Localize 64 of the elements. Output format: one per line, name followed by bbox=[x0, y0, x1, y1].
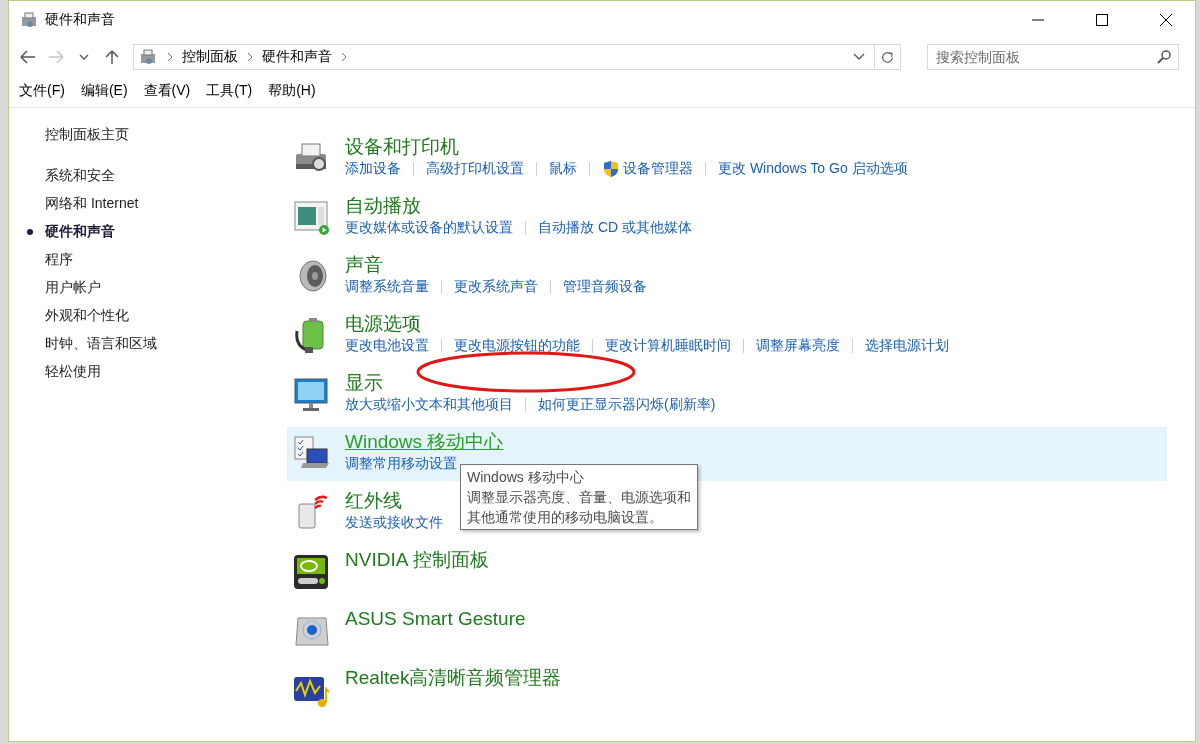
window-title: 硬件和声音 bbox=[45, 11, 116, 29]
printer-icon bbox=[138, 48, 158, 66]
sidebar-link[interactable]: 系统和安全 bbox=[45, 167, 115, 185]
search-field[interactable]: 搜索控制面板 bbox=[927, 44, 1179, 70]
tooltip-text: 其他通常使用的移动电脑设置。 bbox=[467, 508, 664, 526]
left-arrow-icon bbox=[19, 49, 37, 65]
task-link[interactable]: 调整屏幕亮度 bbox=[756, 337, 840, 355]
task-link[interactable]: 鼠标 bbox=[549, 160, 577, 178]
category-link[interactable]: 红外线 bbox=[345, 488, 443, 514]
printer-icon bbox=[19, 11, 39, 29]
eye-logo-icon[interactable] bbox=[293, 553, 331, 591]
task-link[interactable]: 更改 Windows To Go 启动选项 bbox=[718, 160, 908, 178]
task-link[interactable]: 调整系统音量 bbox=[345, 278, 429, 296]
close-icon bbox=[1160, 14, 1172, 26]
menu-item[interactable]: 查看(V) bbox=[135, 78, 199, 104]
task-link[interactable]: 设备管理器 bbox=[602, 160, 693, 178]
task-link[interactable]: 放大或缩小文本和其他项目 bbox=[345, 396, 513, 414]
category-link[interactable]: 设备和打印机 bbox=[345, 134, 908, 160]
window-play-icon[interactable] bbox=[293, 199, 331, 237]
sidebar-link[interactable]: 控制面板主页 bbox=[45, 126, 277, 144]
sidebar-link[interactable]: 时钟、语言和区域 bbox=[45, 335, 157, 353]
menu-item[interactable]: 文件(F) bbox=[11, 78, 73, 104]
menu-item[interactable]: 工具(T) bbox=[198, 78, 261, 104]
task-link[interactable]: 高级打印机设置 bbox=[426, 160, 524, 178]
refresh-icon bbox=[881, 49, 894, 65]
category-link[interactable]: 显示 bbox=[345, 370, 716, 396]
chevron-right-icon bbox=[340, 51, 348, 63]
sidebar-link[interactable]: 硬件和声音 bbox=[45, 223, 115, 241]
chevron-right-icon bbox=[166, 51, 174, 63]
task-link[interactable]: 发送或接收文件 bbox=[345, 514, 443, 532]
sidebar-link[interactable]: 用户帐户 bbox=[45, 279, 101, 297]
category-link[interactable]: 声音 bbox=[345, 252, 647, 278]
sidebar-link[interactable]: 程序 bbox=[45, 251, 73, 269]
menu-item[interactable]: 帮助(H) bbox=[260, 78, 324, 104]
menu-item[interactable]: 编辑(E) bbox=[72, 78, 136, 104]
sidebar-link[interactable]: 网络和 Internet bbox=[45, 195, 139, 213]
task-link[interactable]: 管理音频设备 bbox=[563, 278, 647, 296]
task-link[interactable]: 添加设备 bbox=[345, 160, 401, 178]
chevron-down-icon bbox=[852, 52, 866, 62]
right-arrow-icon bbox=[47, 49, 65, 65]
sidebar-link[interactable]: 轻松使用 bbox=[45, 363, 101, 381]
task-link[interactable]: 选择电源计划 bbox=[865, 337, 949, 355]
task-link[interactable]: 调整常用移动设置 bbox=[345, 455, 457, 473]
tooltip-text: 调整显示器亮度、音量、电源选项和 bbox=[467, 488, 691, 506]
category-link[interactable]: Realtek高清晰音频管理器 bbox=[345, 665, 562, 691]
chevron-right-icon bbox=[246, 51, 254, 63]
breadcrumb[interactable]: 硬件和声音 bbox=[262, 48, 332, 66]
monitor-icon[interactable] bbox=[293, 376, 331, 414]
category-link[interactable]: NVIDIA 控制面板 bbox=[345, 547, 489, 573]
address-bar[interactable]: 控制面板 硬件和声音 bbox=[133, 44, 901, 70]
task-link[interactable]: 更改媒体或设备的默认设置 bbox=[345, 219, 513, 237]
task-link[interactable]: 更改计算机睡眠时间 bbox=[605, 337, 731, 355]
task-link[interactable]: 更改系统声音 bbox=[454, 278, 538, 296]
maximize-icon bbox=[1096, 14, 1108, 26]
category-link[interactable]: ASUS Smart Gesture bbox=[345, 606, 526, 632]
sidebar-link[interactable]: 外观和个性化 bbox=[45, 307, 129, 325]
category-link[interactable]: 自动播放 bbox=[345, 193, 692, 219]
task-link[interactable]: 更改电池设置 bbox=[345, 337, 429, 355]
task-link[interactable]: 自动播放 CD 或其他媒体 bbox=[538, 219, 692, 237]
breadcrumb[interactable]: 控制面板 bbox=[182, 48, 238, 66]
category-link[interactable]: 电源选项 bbox=[345, 311, 949, 337]
task-link[interactable]: 如何更正显示器闪烁(刷新率) bbox=[538, 396, 716, 414]
up-arrow-icon bbox=[103, 49, 121, 65]
task-link[interactable]: 更改电源按钮的功能 bbox=[454, 337, 580, 355]
